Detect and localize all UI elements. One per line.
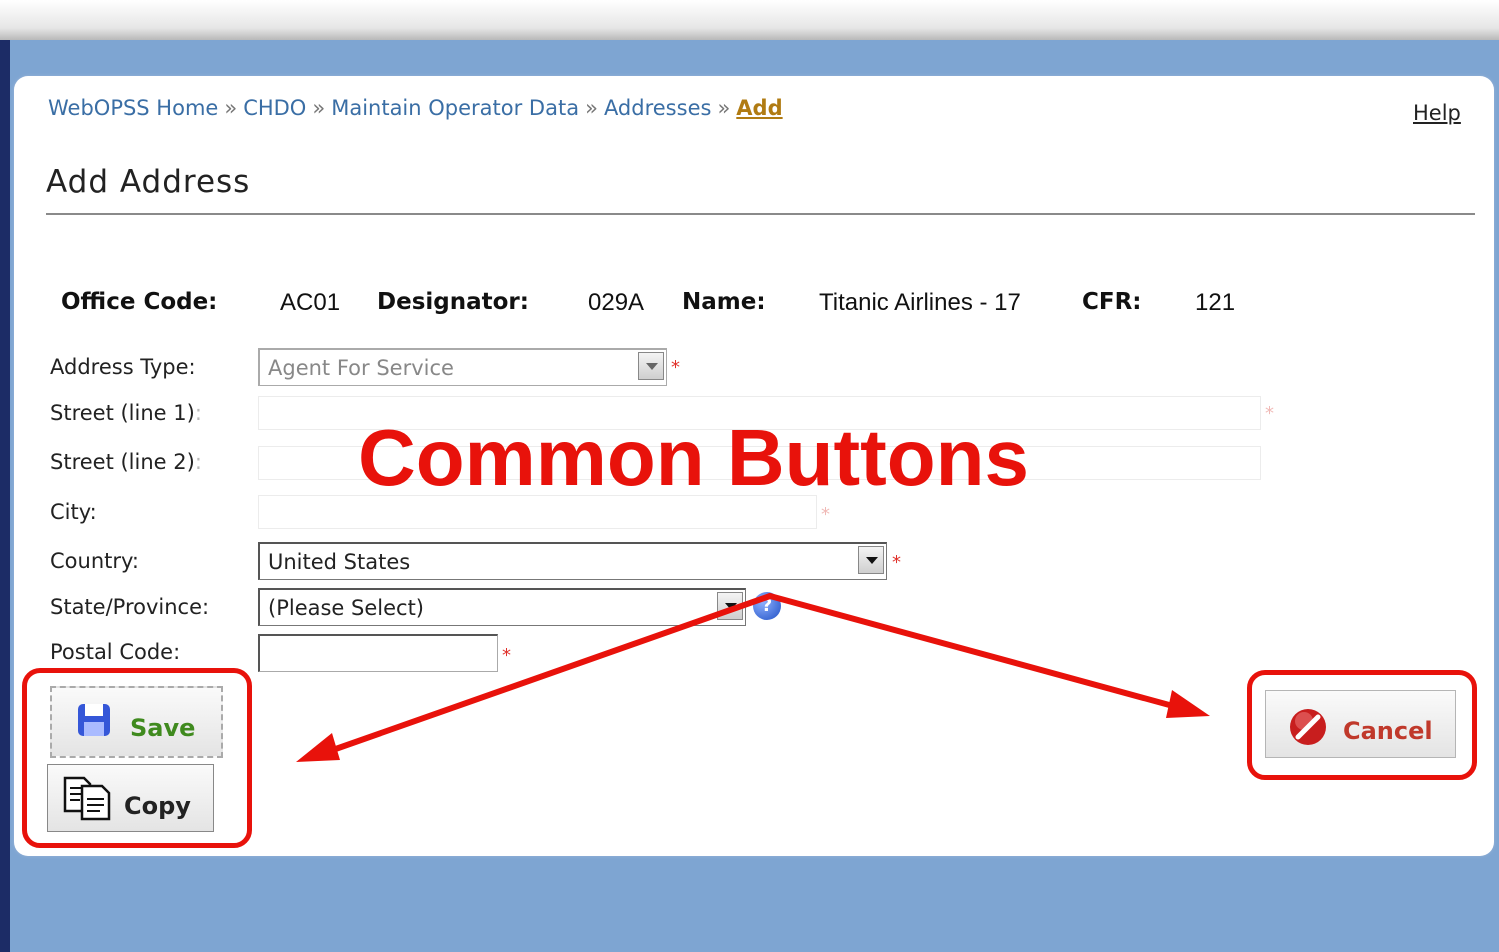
annotation-arrow-left (307, 593, 773, 761)
annotation-arrowhead-left (296, 733, 340, 762)
annotation-arrow-right (767, 593, 1198, 715)
annotation-arrowhead-right (1166, 690, 1210, 718)
annotation-arrows (296, 593, 1210, 762)
